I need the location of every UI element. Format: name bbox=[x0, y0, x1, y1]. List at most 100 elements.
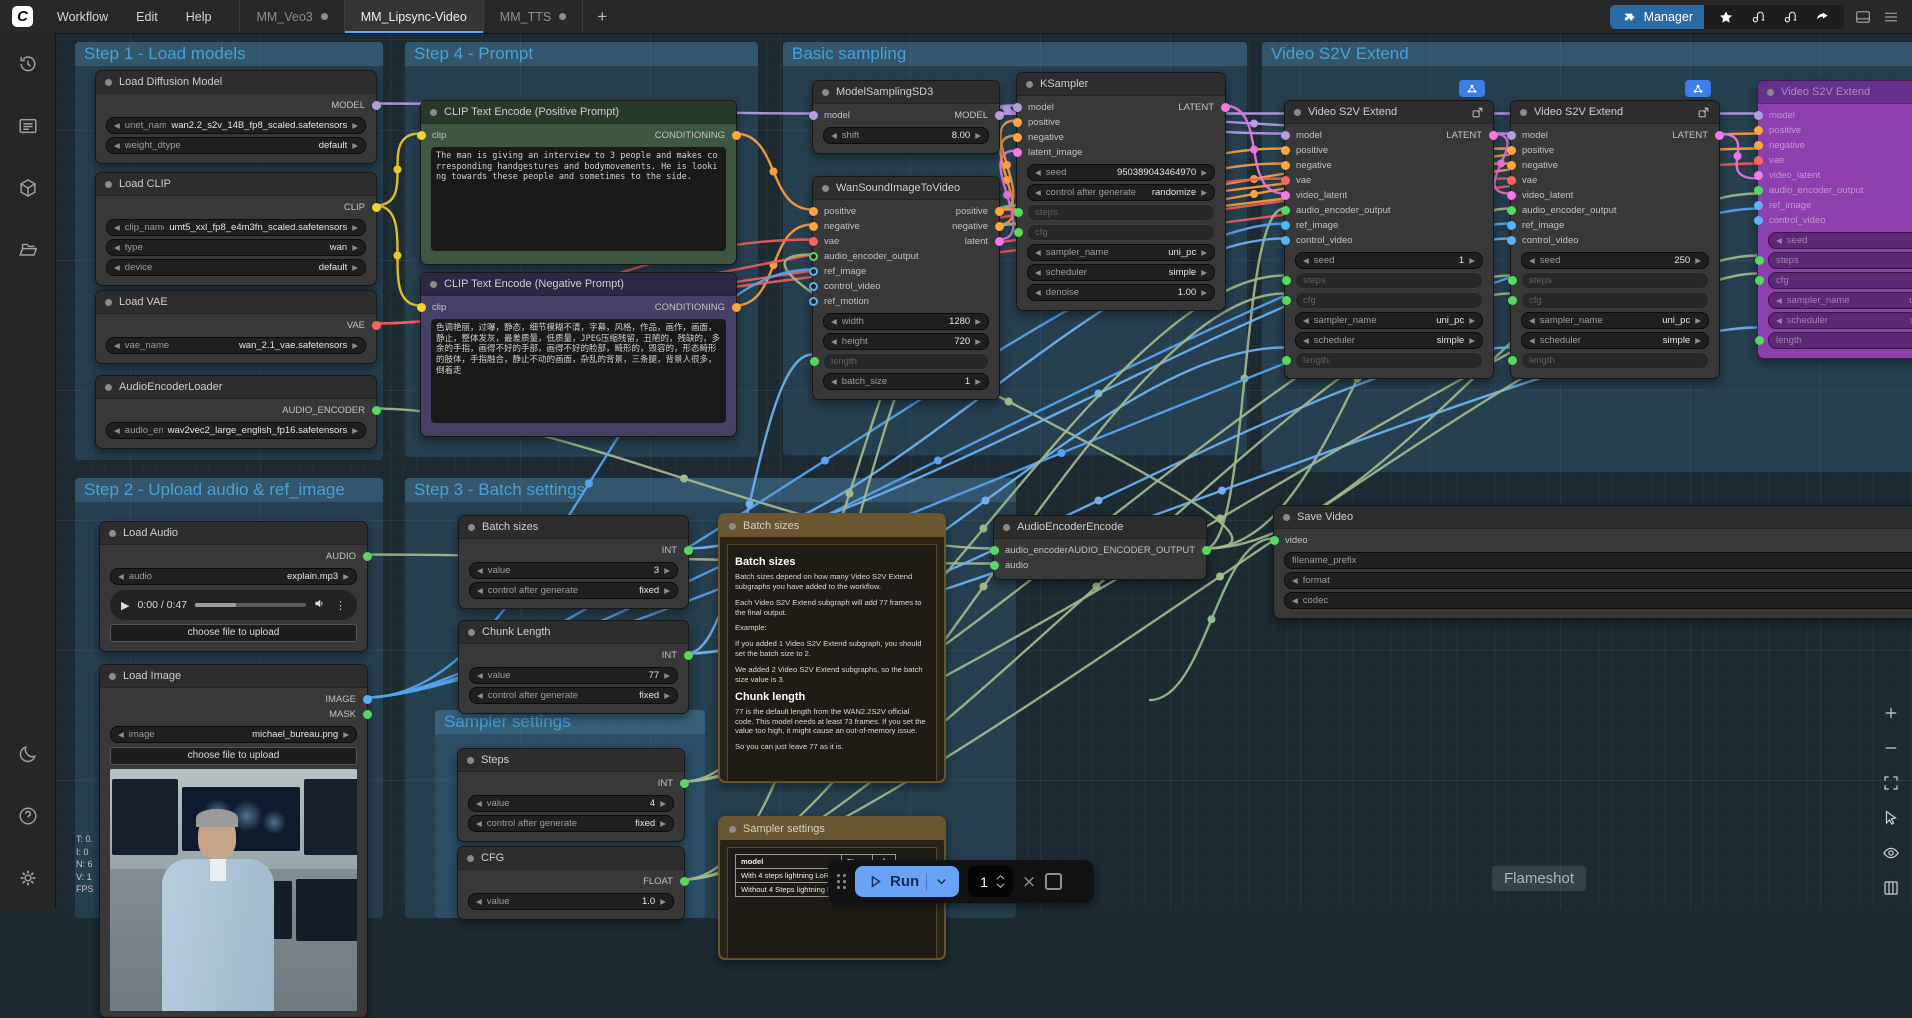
cfg-widget[interactable]: cfg bbox=[1295, 292, 1483, 309]
select-icon[interactable] bbox=[1882, 809, 1900, 827]
vae-output-port[interactable] bbox=[372, 321, 381, 330]
decrement-arrow-icon[interactable]: ◀ bbox=[1529, 316, 1535, 325]
codec-widget[interactable]: ◀codec▶ bbox=[1284, 592, 1912, 609]
share-icon[interactable] bbox=[1814, 9, 1830, 25]
prompt-textarea[interactable]: 色调艳丽，过曝，静态，细节模糊不清，字幕，风格，作品，画作，画面，静止，整体发灰… bbox=[431, 319, 726, 423]
seed-widget[interactable]: ◀seed250▶ bbox=[1521, 252, 1709, 269]
node-header[interactable]: Load VAE bbox=[96, 291, 376, 314]
negative-input-port[interactable] bbox=[1013, 133, 1022, 142]
increment-arrow-icon[interactable]: ▶ bbox=[664, 586, 670, 595]
increment-arrow-icon[interactable]: ▶ bbox=[975, 337, 981, 346]
node-header[interactable]: Save Video bbox=[1274, 506, 1912, 529]
steps-input-port[interactable] bbox=[1508, 276, 1517, 285]
length-widget[interactable]: length bbox=[1295, 352, 1483, 369]
menu-edit[interactable]: Edit bbox=[136, 10, 158, 24]
vae-input-port[interactable] bbox=[809, 237, 818, 246]
decrement-arrow-icon[interactable]: ◀ bbox=[1035, 248, 1041, 257]
ksampler[interactable]: KSamplermodelLATENTpositivenegativelaten… bbox=[1016, 72, 1226, 311]
cfg-widget[interactable]: cfg bbox=[1027, 224, 1215, 241]
load-image[interactable]: Load ImageIMAGEMASK◀imagemichael_bureau.… bbox=[99, 664, 368, 1018]
increment-arrow-icon[interactable]: ▶ bbox=[660, 897, 666, 906]
ref-image-input-port[interactable] bbox=[1754, 201, 1763, 210]
collapse-dot[interactable] bbox=[822, 89, 829, 96]
decrement-arrow-icon[interactable]: ◀ bbox=[1303, 336, 1309, 345]
decrement-arrow-icon[interactable]: ◀ bbox=[114, 121, 120, 130]
node-header[interactable]: Load Audio bbox=[100, 522, 367, 545]
comfyui-logo-icon[interactable]: C bbox=[12, 6, 33, 27]
zoom-out-icon[interactable] bbox=[1882, 739, 1900, 757]
cfg-widget[interactable]: cfg bbox=[1768, 272, 1912, 289]
menu-workflow[interactable]: Workflow bbox=[57, 10, 108, 24]
menu-help[interactable]: Help bbox=[186, 10, 212, 24]
decrement-arrow-icon[interactable]: ◀ bbox=[477, 566, 483, 575]
increment-arrow-icon[interactable]: ▶ bbox=[352, 223, 358, 232]
clip-input-port[interactable] bbox=[417, 131, 426, 140]
node-header[interactable]: Batch sizes bbox=[459, 516, 688, 539]
node-header[interactable]: KSampler bbox=[1017, 73, 1225, 96]
collapse-dot[interactable] bbox=[105, 384, 112, 391]
logs-icon[interactable] bbox=[17, 115, 39, 137]
group-title[interactable]: Step 1 - Load models bbox=[75, 42, 383, 66]
ref-motion-input-port[interactable] bbox=[809, 297, 818, 306]
video-s2v-extend-3[interactable]: Video S2V ExtendmodelLATENTpositivenegat… bbox=[1757, 80, 1912, 359]
collapse-dot[interactable] bbox=[468, 629, 475, 636]
toggle-visibility-icon[interactable] bbox=[1882, 844, 1900, 862]
node-header[interactable]: Sampler settings bbox=[720, 818, 944, 840]
drag-handle-icon[interactable] bbox=[837, 874, 846, 889]
steps-widget[interactable]: steps bbox=[1768, 252, 1912, 269]
increment-arrow-icon[interactable]: ▶ bbox=[1201, 248, 1207, 257]
audio-output-port[interactable] bbox=[363, 552, 372, 561]
batch-sizes[interactable]: Batch sizesINT◀value3▶◀control after gen… bbox=[458, 515, 689, 609]
control-after-generate-widget[interactable]: ◀control after generatefixed▶ bbox=[469, 687, 678, 704]
latent-image-input-port[interactable] bbox=[1013, 148, 1022, 157]
sampler-name-widget[interactable]: ◀sampler_nameuni_pc▶ bbox=[1521, 312, 1709, 329]
vae-name-widget[interactable]: ◀vae_namewan_2.1_vae.safetensors▶ bbox=[106, 337, 366, 354]
decrement-arrow-icon[interactable]: ◀ bbox=[831, 337, 837, 346]
increment-arrow-icon[interactable]: ▶ bbox=[975, 131, 981, 140]
latent-output-port[interactable] bbox=[1715, 131, 1724, 140]
seek-bar[interactable] bbox=[195, 603, 306, 607]
steps[interactable]: StepsINT◀value4▶◀control after generatef… bbox=[457, 748, 685, 842]
weight-dtype-widget[interactable]: ◀weight_dtypedefault▶ bbox=[106, 137, 366, 154]
length-input-port[interactable] bbox=[1282, 356, 1291, 365]
node-header[interactable]: Video S2V Extend bbox=[1285, 101, 1493, 124]
workflows-icon[interactable] bbox=[17, 239, 39, 261]
length-input-port[interactable] bbox=[1755, 336, 1764, 345]
value-widget[interactable]: ◀value1.0▶ bbox=[468, 893, 674, 910]
prompt-textarea[interactable]: The man is giving an interview to 3 peop… bbox=[431, 147, 726, 251]
denoise-widget[interactable]: ◀denoise1.00▶ bbox=[1027, 284, 1215, 301]
node-canvas[interactable]: T: 0. I: 0 N: 6 V: 1 FPS Step 1 - Load m… bbox=[0, 0, 1912, 909]
audio-enco-widget[interactable]: ◀audio_enco ...wav2vec2_large_english_fp… bbox=[106, 422, 366, 439]
theme-toggle-icon[interactable] bbox=[17, 743, 39, 765]
increment-arrow-icon[interactable]: ▶ bbox=[660, 799, 666, 808]
vae-input-port[interactable] bbox=[1507, 176, 1516, 185]
video-input-port[interactable] bbox=[1270, 536, 1279, 545]
model-input-port[interactable] bbox=[1507, 131, 1516, 140]
audio-encoder-output-input-port[interactable] bbox=[1754, 186, 1763, 195]
node-header[interactable]: CLIP Text Encode (Negative Prompt) bbox=[421, 273, 736, 296]
device-widget[interactable]: ◀devicedefault▶ bbox=[106, 259, 366, 276]
steps-input-port[interactable] bbox=[1755, 256, 1764, 265]
tab-mm-veo3[interactable]: MM_Veo3 bbox=[240, 0, 344, 33]
model-input-port[interactable] bbox=[1013, 103, 1022, 112]
audio-encoder-loader[interactable]: AudioEncoderLoaderAUDIO_ENCODER◀audio_en… bbox=[95, 375, 377, 449]
tab-mm-tts[interactable]: MM_TTS bbox=[484, 0, 583, 33]
decrement-arrow-icon[interactable]: ◀ bbox=[114, 263, 120, 272]
cfg-input-port[interactable] bbox=[1755, 276, 1764, 285]
increment-arrow-icon[interactable]: ▶ bbox=[1695, 256, 1701, 265]
negative-input-port[interactable] bbox=[1281, 161, 1290, 170]
node-header[interactable]: AudioEncoderEncode bbox=[994, 516, 1206, 539]
cancel-icon[interactable]: × bbox=[1022, 872, 1036, 892]
model-input-port[interactable] bbox=[1281, 131, 1290, 140]
control-video-input-port[interactable] bbox=[809, 282, 818, 291]
node-header[interactable]: CFG bbox=[458, 847, 684, 870]
positive-input-port[interactable] bbox=[1754, 126, 1763, 135]
node-header[interactable]: Load Diffusion Model bbox=[96, 71, 376, 94]
increment-arrow-icon[interactable]: ▶ bbox=[1201, 268, 1207, 277]
tab-mm-lipsync-video[interactable]: MM_Lipsync-Video bbox=[345, 0, 484, 33]
unload-models-icon[interactable] bbox=[1750, 9, 1766, 25]
collapse-dot[interactable] bbox=[1294, 109, 1301, 116]
decrement-arrow-icon[interactable]: ◀ bbox=[1035, 188, 1041, 197]
fit-view-icon[interactable] bbox=[1882, 774, 1900, 792]
value-widget[interactable]: ◀value77▶ bbox=[469, 667, 678, 684]
